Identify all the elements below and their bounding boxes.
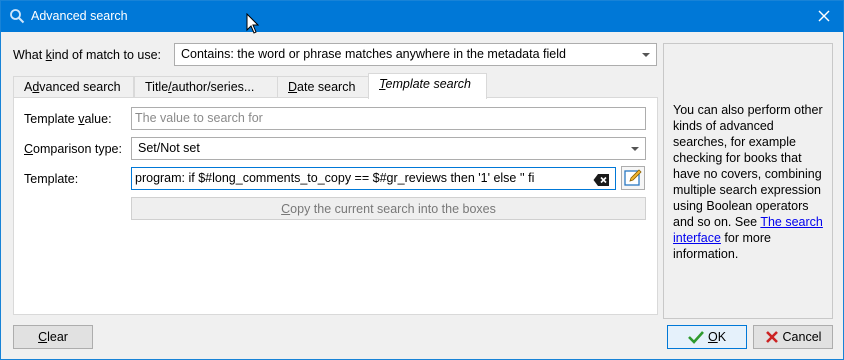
comparison-type-select[interactable]: Set/Not set <box>131 137 646 160</box>
close-icon[interactable] <box>815 7 833 25</box>
help-panel: You can also perform other kinds of adva… <box>663 43 833 319</box>
copy-search-button[interactable]: Copy the current search into the boxes <box>131 197 646 220</box>
tab-template-search[interactable]: Template search <box>368 73 487 99</box>
template-input[interactable]: program: if $#long_comments_to_copy == $… <box>131 167 616 190</box>
template-label: Template: <box>24 172 79 186</box>
cancel-button[interactable]: Cancel <box>753 325 833 349</box>
clear-text-icon[interactable] <box>593 173 610 187</box>
advanced-search-dialog: Advanced search What kind of match to us… <box>0 0 844 360</box>
window-title: Advanced search <box>31 9 128 23</box>
chevron-down-icon <box>642 53 650 57</box>
title-bar[interactable]: Advanced search <box>1 1 843 32</box>
edit-template-button[interactable] <box>621 166 645 190</box>
cancel-x-icon <box>765 331 778 343</box>
mouse-cursor-icon <box>246 13 260 34</box>
tab-title-author-series[interactable]: Title/author/series... <box>134 76 289 98</box>
help-text: You can also perform other kinds of adva… <box>673 103 823 261</box>
template-value-input[interactable]: The value to search for <box>131 107 646 130</box>
search-icon <box>10 9 25 24</box>
template-input-value: program: if $#long_comments_to_copy == $… <box>135 171 535 185</box>
template-value-label: Template value: <box>24 112 112 126</box>
tab-date-search[interactable]: Date search <box>277 76 378 98</box>
match-kind-selected: Contains: the word or phrase matches any… <box>181 47 566 61</box>
chevron-down-icon <box>631 147 639 151</box>
comparison-type-label: Comparison type: <box>24 142 122 156</box>
checkmark-icon <box>688 331 704 344</box>
match-kind-label: What kind of match to use: <box>13 48 161 62</box>
tab-advanced-search[interactable]: Advanced search <box>13 76 134 98</box>
template-value-placeholder: The value to search for <box>135 111 263 125</box>
ok-button[interactable]: OK <box>667 325 747 349</box>
match-kind-select[interactable]: Contains: the word or phrase matches any… <box>174 43 657 66</box>
edit-icon <box>624 169 642 186</box>
comparison-type-selected: Set/Not set <box>138 141 200 155</box>
clear-button[interactable]: Clear <box>13 325 93 349</box>
